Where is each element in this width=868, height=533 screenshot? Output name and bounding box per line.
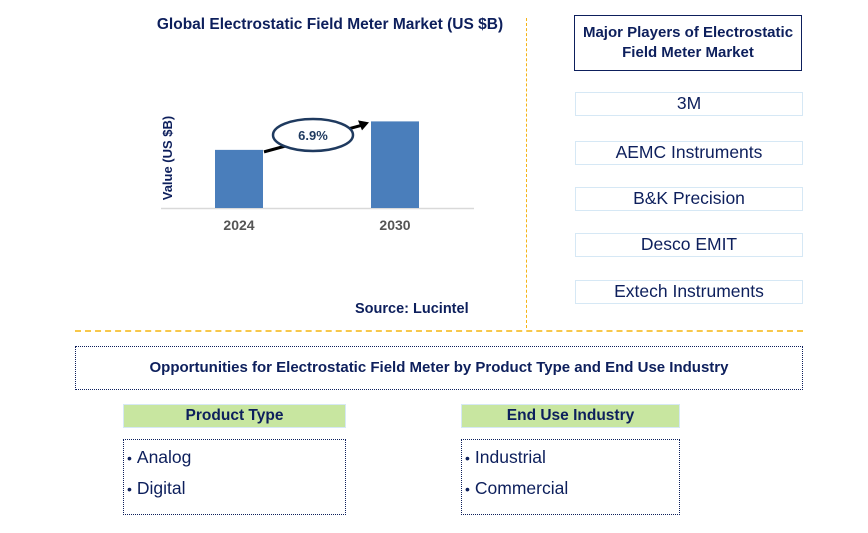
x-tick-label: 2024 — [223, 217, 254, 233]
source-label: Source: Lucintel — [355, 301, 469, 317]
player-item: 3M — [575, 92, 803, 116]
player-item: AEMC Instruments — [575, 141, 803, 165]
segment-item: • Industrial — [465, 447, 546, 467]
bullet-icon: • — [465, 481, 470, 497]
player-item: Desco EMIT — [575, 233, 803, 257]
segment-product-type: Product Type • Analog • Digital — [123, 404, 346, 515]
segment-heading: End Use Industry — [461, 404, 680, 428]
bullet-icon: • — [127, 481, 132, 497]
segment-heading: Product Type — [123, 404, 346, 428]
segment-end-use-industry: End Use Industry • Industrial • Commercial — [461, 404, 680, 515]
player-item: B&K Precision — [575, 187, 803, 211]
x-tick-label: 2030 — [379, 217, 410, 233]
segment-item: • Commercial — [465, 478, 569, 498]
bullet-icon: • — [465, 450, 470, 466]
bar-2030 — [371, 121, 419, 208]
bar-chart: Value (US $B) 2024 2030 6.9% — [160, 116, 474, 233]
segment-list: • Industrial • Commercial — [461, 439, 680, 515]
chart-title: Global Electrostatic Field Meter Market … — [156, 16, 504, 33]
opportunities-title: Opportunities for Electrostatic Field Me… — [75, 346, 803, 390]
bar-2024 — [215, 149, 263, 208]
segment-item: • Analog — [127, 447, 192, 467]
y-axis-label: Value (US $B) — [160, 116, 175, 201]
players-title: Major Players of Electrostatic Field Met… — [574, 15, 802, 71]
cagr-label: 6.9% — [298, 128, 328, 143]
vertical-divider — [526, 18, 527, 328]
player-item: Extech Instruments — [575, 280, 803, 304]
segment-item: • Digital — [127, 478, 186, 498]
horizontal-divider — [75, 330, 803, 332]
bullet-icon: • — [127, 450, 132, 466]
segment-list: • Analog • Digital — [123, 439, 346, 515]
